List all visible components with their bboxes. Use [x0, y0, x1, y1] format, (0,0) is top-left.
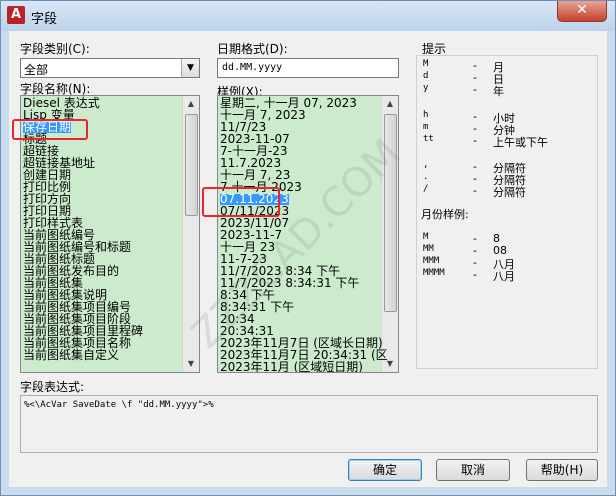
hint-text: 分隔符 — [493, 186, 526, 199]
help-button[interactable]: 帮助(H) — [526, 459, 598, 481]
hint-text: M — [423, 232, 429, 242]
scroll-thumb[interactable] — [185, 114, 198, 216]
hint-text: tt — [423, 134, 434, 144]
hint-text: MM — [423, 244, 434, 254]
hint-text: 月份样例: — [421, 208, 469, 221]
title-bar: A 字段 ✕ — [1, 1, 615, 31]
highlight-selected-sample — [202, 187, 280, 217]
field-expression-box[interactable]: %<\AcVar SaveDate \f "dd.MM.yyyy">% — [20, 395, 598, 453]
field-expression-value: %<\AcVar SaveDate \f "dd.MM.yyyy">% — [24, 400, 214, 410]
field-category-label: 字段类别(C): — [20, 42, 90, 56]
hint-text: m — [423, 122, 429, 132]
hint-text: - — [473, 184, 477, 197]
field-expression-label: 字段表达式: — [20, 380, 85, 394]
hint-text: 上午或下午 — [493, 136, 548, 149]
ok-button[interactable]: 确定 — [348, 459, 422, 481]
hint-text: d — [423, 71, 429, 81]
hint-text: y — [423, 83, 429, 93]
date-format-input[interactable]: dd.MM.yyyy — [217, 58, 399, 78]
autocad-app-icon: A — [7, 6, 25, 24]
window-title: 字段 — [31, 12, 58, 27]
hint-text: - — [473, 83, 477, 96]
hints-panel: M - 月 d - 日 y - 年 h - 小时 m - 分钟 tt - 上午或下午, - 分隔符. - 分隔符 / - 分隔符… — [416, 55, 598, 369]
hint-text: MMMM — [423, 268, 445, 278]
field-category-dropdown[interactable]: 全部 ▼ — [20, 58, 200, 78]
list-item[interactable]: 2023年11月 (区域短日期) — [220, 361, 363, 372]
hint-text: 年 — [493, 85, 504, 98]
hint-text: . — [423, 172, 429, 182]
scroll-up-icon[interactable]: ▲ — [382, 96, 398, 112]
hint-text: MMM — [423, 256, 440, 266]
hint-text: M — [423, 59, 429, 69]
scroll-up-icon[interactable]: ▲ — [183, 96, 199, 112]
highlight-save-date — [12, 119, 88, 140]
chevron-down-icon[interactable]: ▼ — [181, 59, 199, 77]
date-format-value: dd.MM.yyyy — [222, 62, 283, 73]
hint-text: , — [423, 160, 429, 170]
cancel-button[interactable]: 取消 — [436, 459, 510, 481]
list-item[interactable]: 当前图纸集自定义 — [23, 349, 119, 361]
hint-text: / — [423, 184, 429, 194]
hint-text: h — [423, 110, 429, 120]
hint-text: - — [473, 134, 477, 147]
hint-text: 八月 — [493, 270, 515, 283]
date-format-label: 日期格式(D): — [217, 42, 288, 56]
dialog-body: 字段类别(C): 全部 ▼ 字段名称(N): ▲ ▼ Diesel 表达式 Lis… — [9, 31, 607, 487]
hint-text: - — [473, 268, 477, 281]
field-category-value: 全部 — [24, 63, 49, 77]
scroll-down-icon[interactable]: ▼ — [183, 356, 199, 372]
close-button[interactable]: ✕ — [557, 1, 607, 22]
field-dialog: A 字段 ✕ 字段类别(C): 全部 ▼ 字段名称(N): ▲ ▼ Diesel… — [0, 0, 616, 496]
